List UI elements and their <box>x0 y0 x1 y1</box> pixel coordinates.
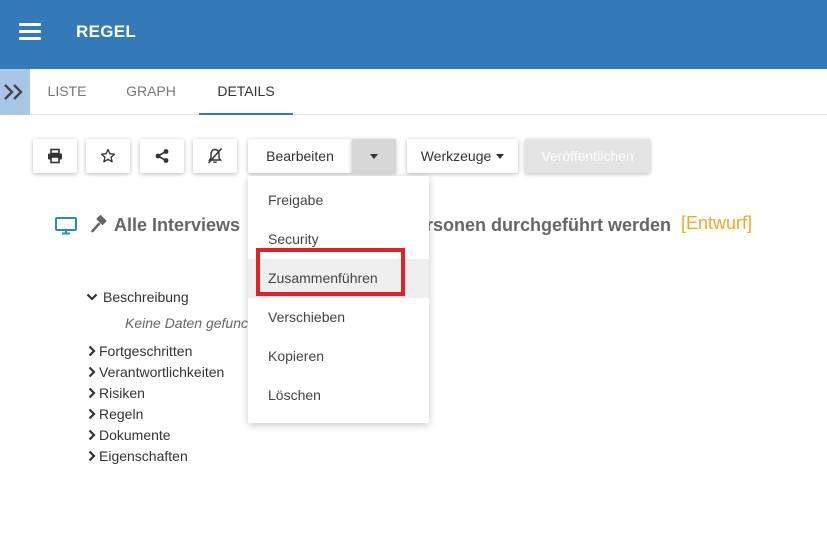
edit-dropdown-menu: Freigabe Security Zusammenführen Verschi… <box>248 176 429 423</box>
tree-item-regeln[interactable]: Regeln <box>86 404 143 424</box>
tree-item-verantwortlichkeiten[interactable]: Verantwortlichkeiten <box>86 362 224 382</box>
app-bar: REGEL <box>0 0 827 69</box>
rule-title-text: Alle Interviews <box>114 214 241 235</box>
chevron-right-icon <box>88 450 96 462</box>
double-chevron-right-icon <box>4 84 23 100</box>
favorite-button[interactable] <box>86 139 130 173</box>
desktop-icon <box>55 217 77 235</box>
rule-title: Alle Interviews <box>54 212 240 238</box>
star-icon <box>100 148 116 163</box>
bell-slash-icon <box>207 147 223 164</box>
app-title: REGEL <box>76 22 137 41</box>
tree-item-risiken[interactable]: Risiken <box>86 383 145 403</box>
tab-liste[interactable]: LISTE <box>31 69 103 115</box>
caret-down-icon <box>370 153 378 159</box>
tree-item-dokumente[interactable]: Dokumente <box>86 425 171 445</box>
publish-button: Veröffentlichen <box>525 139 650 173</box>
tree-item-label: Risiken <box>99 385 145 401</box>
chevron-down-icon <box>86 293 98 301</box>
caret-down-icon <box>496 153 505 159</box>
share-icon <box>155 149 169 163</box>
chevron-right-icon <box>88 429 96 441</box>
chevron-right-icon <box>88 408 96 420</box>
notifications-off-button[interactable] <box>193 139 237 173</box>
menu-item-security[interactable]: Security <box>248 220 429 259</box>
tree-item-label: Regeln <box>99 406 144 422</box>
menu-item-zusammenfuehren[interactable]: Zusammenführen <box>248 259 429 298</box>
menu-item-verschieben[interactable]: Verschieben <box>248 298 429 337</box>
menu-item-kopieren[interactable]: Kopieren <box>248 337 429 376</box>
menu-item-freigabe[interactable]: Freigabe <box>248 181 429 220</box>
printer-icon <box>48 148 62 164</box>
empty-state-text: Keine Daten gefunc <box>125 315 248 331</box>
tree-item-label: Eigenschaften <box>99 448 188 464</box>
print-button[interactable] <box>33 139 77 173</box>
tree-item-label: Fortgeschritten <box>99 343 193 359</box>
edit-button[interactable]: Bearbeiten <box>248 139 352 173</box>
hamburger-menu-icon[interactable] <box>19 23 41 41</box>
menu-item-loeschen[interactable]: Löschen <box>248 376 429 415</box>
tab-bar: LISTE GRAPH DETAILS <box>0 69 827 115</box>
tree-item-label: Verantwortlichkeiten <box>99 364 225 380</box>
gavel-icon <box>91 215 107 233</box>
tools-button-label: Werkzeuge <box>420 148 492 164</box>
edit-dropdown-toggle[interactable] <box>352 139 396 173</box>
status-badge: [Entwurf] <box>681 213 753 233</box>
tree-item-label: Dokumente <box>99 427 171 443</box>
chevron-right-icon <box>88 345 96 357</box>
chevron-right-icon <box>88 366 96 378</box>
tab-graph[interactable]: GRAPH <box>109 69 193 115</box>
share-button[interactable] <box>140 139 184 173</box>
expand-sidebar-button[interactable] <box>0 69 30 115</box>
tree-item-label: Beschreibung <box>103 289 189 305</box>
tree-item-beschreibung[interactable]: Beschreibung <box>86 287 189 307</box>
tools-button[interactable]: Werkzeuge <box>407 139 518 173</box>
chevron-right-icon <box>88 387 96 399</box>
tree-item-eigenschaften[interactable]: Eigenschaften <box>86 446 188 466</box>
tab-details[interactable]: DETAILS <box>199 69 293 115</box>
tree-item-fortgeschritten[interactable]: Fortgeschritten <box>86 341 192 361</box>
rule-title-tail: rsonen durchgeführt werden <box>426 214 672 235</box>
